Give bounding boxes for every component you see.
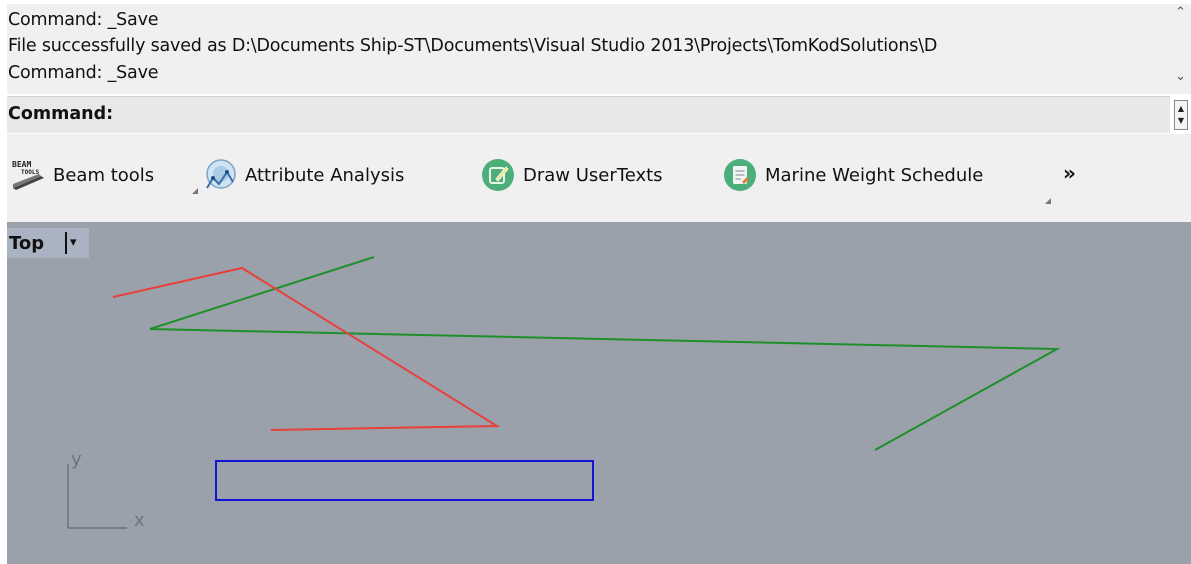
viewport-dropdown-icon[interactable]: ▾ [65, 232, 77, 254]
marine-weight-schedule-button[interactable]: Marine Weight Schedule [723, 156, 983, 194]
attribute-analysis-label: Attribute Analysis [245, 164, 405, 186]
spinner-down-icon[interactable]: ▼ [1175, 116, 1187, 125]
history-scrollbar[interactable]: ⌃ ⌄ [1170, 4, 1191, 94]
viewport-canvas[interactable]: y x [7, 222, 1191, 564]
rhino-window: Command: _Save File successfully saved a… [7, 0, 1191, 564]
world-axis-icon: y x [67, 449, 145, 531]
red-polyline[interactable] [112, 266, 501, 431]
attribute-analysis-icon [203, 158, 237, 192]
beam-tools-label: Beam tools [53, 164, 155, 186]
flyout-corner-icon[interactable] [1045, 198, 1051, 204]
history-line: Command: _Save [8, 63, 159, 83]
viewport-title-tab[interactable]: Top ▾ [7, 228, 89, 258]
draw-usertexts-label: Draw UserTexts [523, 164, 663, 186]
command-spinner[interactable]: ▲ ▼ [1174, 100, 1188, 130]
beam-icon-top-text: BEAM [12, 160, 31, 169]
attribute-analysis-button[interactable]: Attribute Analysis [203, 156, 404, 194]
beam-tools-button[interactable]: BEAM TOOLS Beam tools [11, 156, 154, 194]
command-prompt[interactable]: Command: [7, 96, 1170, 133]
beam-tools-icon: BEAM TOOLS [11, 158, 45, 192]
x-axis-label: x [134, 510, 145, 531]
command-history[interactable]: Command: _Save File successfully saved a… [7, 4, 1170, 94]
scroll-down-icon[interactable]: ⌄ [1170, 70, 1191, 84]
draw-usertexts-icon [481, 158, 515, 192]
history-line: File successfully saved as D:\Documents … [8, 36, 938, 56]
viewport-title: Top [9, 232, 45, 254]
y-axis-label: y [71, 449, 82, 470]
flyout-corner-icon[interactable] [192, 188, 198, 194]
blue-rectangle[interactable] [215, 460, 594, 501]
marine-weight-schedule-label: Marine Weight Schedule [765, 164, 984, 186]
spinner-up-icon[interactable]: ▲ [1175, 104, 1187, 113]
toolbar-overflow-icon[interactable]: » [1063, 161, 1076, 185]
draw-usertexts-button[interactable]: Draw UserTexts [481, 156, 663, 194]
plugin-toolbar: BEAM TOOLS Beam tools Attribute Analysis… [7, 134, 1191, 222]
history-line: Command: _Save [8, 10, 159, 30]
command-prompt-label: Command: [8, 104, 114, 124]
marine-weight-schedule-icon [723, 158, 757, 192]
top-viewport[interactable]: y x Top ▾ [7, 222, 1191, 564]
scroll-up-icon[interactable]: ⌃ [1170, 6, 1191, 20]
green-polyline[interactable] [149, 256, 1061, 451]
